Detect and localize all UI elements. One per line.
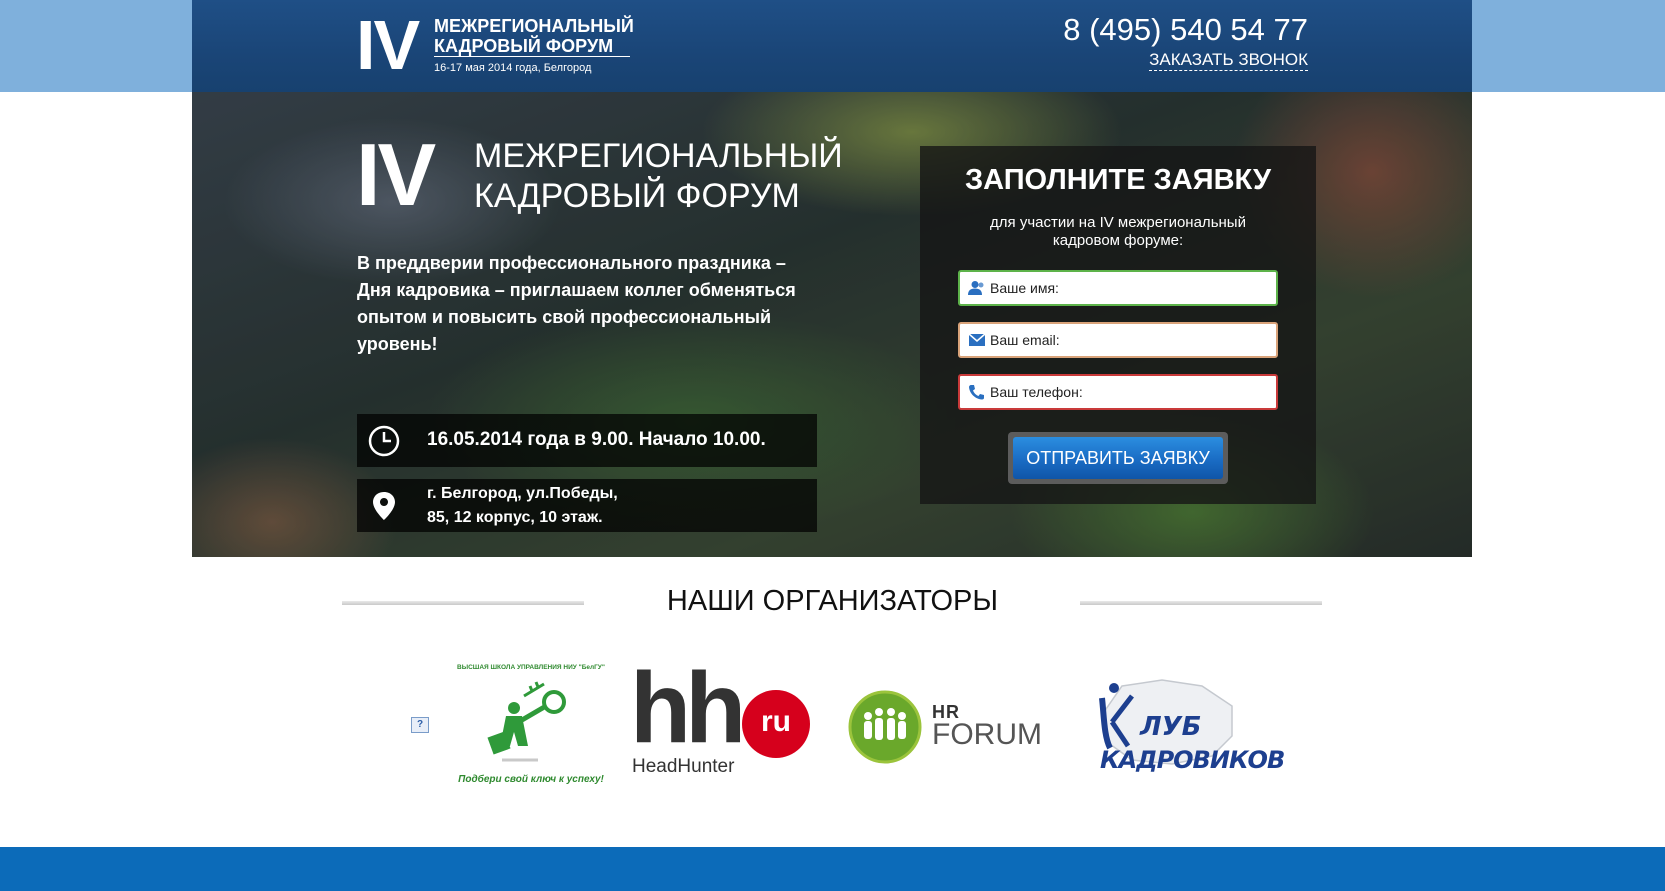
organizers-title: НАШИ ОРГАНИЗАТОРЫ [666,585,999,617]
submit-button-frame: ОТПРАВИТЬ ЗАЯВКУ [1008,432,1228,484]
logo-date: 16-17 мая 2014 года, Белгород [434,62,592,74]
phone-field [958,374,1278,410]
submit-button[interactable]: ОТПРАВИТЬ ЗАЯВКУ [1013,437,1223,479]
hero-title-line1: МЕЖРЕГИОНАЛЬНЫЙ [474,137,843,175]
name-field [958,270,1278,306]
logo-title-line2: КАДРОВЫЙ ФОРУМ [434,36,614,56]
name-input[interactable] [990,272,1270,304]
address-line2: 85, 12 корпус, 10 этаж. [427,509,603,526]
hero-description: В преддверии профессионального праздника… [357,253,796,354]
clock-icon [368,425,400,457]
event-date-box: 16.05.2014 года в 9.00. Начало 10.00. [357,414,817,467]
club-kadrovikov-logo[interactable]: ЛУБ КАДРОВИКОВ [1082,676,1285,786]
map-pin-icon [373,492,395,520]
logo-title-line1: МЕЖРЕГИОНАЛЬНЫЙ [434,16,634,36]
user-icon [968,281,984,295]
hrforum-logo[interactable]: HR FORUM [848,690,1042,766]
header-phone: 8 (495) 540 54 77 [1063,12,1308,47]
hero-title-line2: КАДРОВЫЙ ФОРУМ [474,177,800,215]
hero-numeral: IV [356,125,436,224]
globe-people-icon [848,690,922,764]
application-form: ЗАПОЛНИТЕ ЗАЯВКУ для участии на IV межре… [920,146,1316,504]
email-field [958,322,1278,358]
callback-link[interactable]: ЗАКАЗАТЬ ЗВОНОК [1149,50,1308,71]
hrforum-forum: FORUM [932,718,1042,751]
key-figure-icon [487,681,566,762]
event-address-box: г. Белгород, ул.Победы, 85, 12 корпус, 1… [357,479,817,532]
logo-divider [434,56,630,57]
hh-ru-badge: ru [742,690,810,758]
form-title: ЗАПОЛНИТЕ ЗАЯВКУ [964,164,1271,196]
footer-band [0,847,1665,891]
address-line1: г. Белгород, ул.Победы, [427,485,618,502]
phone-icon [969,385,984,400]
vshu-logo[interactable]: ВЫСШАЯ ШКОЛА УПРАВЛЕНИЯ НИУ "БелГУ" Подб… [456,664,606,794]
event-address-text: г. Белгород, ул.Победы, 85, 12 корпус, 1… [427,482,618,530]
club-lub-text: ЛУБ [1140,712,1202,742]
vshu-logo-caption: ВЫСШАЯ ШКОЛА УПРАВЛЕНИЯ НИУ "БелГУ" [457,664,605,671]
headhunter-logo[interactable]: hh ru HeadHunter [630,658,810,780]
email-input[interactable] [990,324,1270,356]
envelope-icon [968,333,986,346]
broken-image-icon: ? [411,717,429,733]
phone-input[interactable] [990,376,1270,408]
club-kadrovikov-text: КАДРОВИКОВ [1100,746,1285,774]
form-subtitle: для участии на IV межрегиональный кадров… [990,214,1246,249]
vshu-slogan: Подбери свой ключ к успеху! [458,774,604,785]
hh-name: HeadHunter [632,756,735,777]
event-date-text: 16.05.2014 года в 9.00. Начало 10.00. [427,429,766,450]
hh-letters: hh [630,652,746,764]
organizers-divider-right [1080,601,1322,605]
logo-numeral: IV [356,6,420,84]
